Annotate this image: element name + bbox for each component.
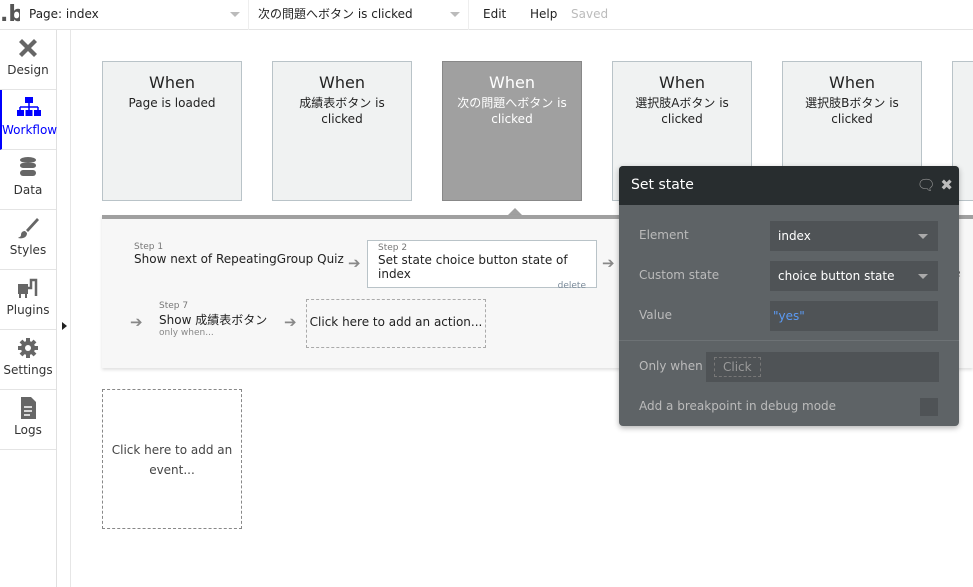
plug-icon (18, 278, 38, 298)
sidebar-item-plugins[interactable]: Plugins (0, 270, 56, 330)
comment-icon[interactable]: 🗨 (917, 176, 936, 194)
sidebar-item-label: Data (13, 183, 43, 197)
only-when-label: Only when (639, 359, 703, 373)
brush-icon (18, 218, 39, 239)
save-status: Saved (571, 7, 609, 21)
chevron-down-icon (450, 12, 460, 17)
event-card[interactable]: When Page is loaded (102, 61, 242, 201)
popup-title: Set state (631, 177, 694, 193)
arrow-right-icon: ➔ (602, 254, 615, 272)
page-selector[interactable]: Page: index (20, 0, 249, 30)
custom-state-value: choice button state (778, 269, 895, 283)
only-when-placeholder: Click (714, 357, 761, 377)
arrow-right-icon: ➔ (284, 313, 297, 331)
event-desc: 選択肢Aボタン is clicked (635, 96, 729, 126)
event-desc: 選択肢Bボタン is clicked (805, 96, 899, 126)
custom-state-label: Custom state (639, 268, 720, 282)
close-icon[interactable]: ✖ (940, 176, 953, 194)
value-label: Value (639, 308, 672, 322)
step-label: Step 7 (159, 301, 189, 311)
document-icon (21, 397, 36, 419)
expand-arrow-icon[interactable] (62, 322, 67, 330)
event-selector[interactable]: 次の問題へボタン is clicked (249, 0, 469, 30)
menu-edit[interactable]: Edit (483, 0, 506, 28)
bubble-logo[interactable]: .b (0, 2, 20, 27)
sidebar-item-styles[interactable]: Styles (0, 210, 56, 270)
value-input[interactable]: "yes" (770, 301, 938, 331)
sidebar-item-settings[interactable]: Settings (0, 330, 56, 390)
event-selector-label: 次の問題へボタン is clicked (258, 7, 413, 21)
page-selector-label: Page: index (29, 7, 99, 21)
arrow-right-icon: ➔ (130, 313, 143, 331)
sidebar: Design Workflow Data Styles Plugins Sett… (0, 30, 57, 587)
step-label: Step 1 (134, 242, 164, 252)
element-dropdown[interactable]: index (770, 221, 938, 251)
chevron-down-icon (918, 234, 928, 239)
step-condition: only when... (159, 328, 214, 338)
step-text: Show next of RepeatingGroup Quiz (134, 252, 344, 266)
event-when: When (659, 73, 705, 92)
chevron-down-icon (918, 274, 928, 279)
step-7[interactable]: Step 7 Show 成績表ボタン only when... (159, 301, 267, 338)
menu-help[interactable]: Help (530, 0, 557, 28)
collapse-rail[interactable] (57, 30, 71, 587)
step-text: Show 成績表ボタン (159, 313, 268, 327)
sidebar-item-label: Settings (3, 363, 53, 377)
chevron-down-icon (230, 12, 240, 17)
gear-icon (18, 338, 38, 358)
breakpoint-label: Add a breakpoint in debug mode (639, 399, 837, 413)
workflow-icon (17, 97, 41, 116)
database-icon (20, 157, 36, 176)
divider (619, 340, 959, 341)
sidebar-item-logs[interactable]: Logs (0, 390, 56, 450)
element-label: Element (639, 228, 689, 242)
element-value: index (778, 229, 811, 243)
sidebar-item-label: Logs (14, 423, 42, 437)
add-event-button[interactable]: Click here to add an event... (102, 389, 242, 529)
event-card-active[interactable]: When 次の問題へボタン is clicked (442, 61, 582, 201)
event-card[interactable]: When 成績表ボタン is clicked (272, 61, 412, 201)
event-when: When (149, 73, 195, 92)
arrow-right-icon: ➔ (348, 254, 361, 272)
add-action-button[interactable]: Click here to add an action... (306, 299, 486, 348)
event-desc: 成績表ボタン is clicked (299, 96, 385, 126)
design-icon (19, 39, 37, 57)
custom-state-dropdown[interactable]: choice button state (770, 261, 938, 291)
event-when: When (829, 73, 875, 92)
event-desc: Page is loaded (128, 96, 216, 110)
panel-caret (508, 208, 522, 215)
event-desc: 次の問題へボタン is clicked (457, 96, 567, 126)
breakpoint-checkbox[interactable] (920, 398, 938, 416)
step-text: Set state choice button state of index (378, 253, 568, 281)
sidebar-item-label: Styles (9, 243, 47, 257)
sidebar-item-data[interactable]: Data (0, 150, 56, 210)
event-when: When (319, 73, 365, 92)
top-bar: .b Page: index 次の問題へボタン is clicked Edit … (0, 0, 973, 30)
only-when-input[interactable]: Click (706, 352, 939, 382)
delete-step-link[interactable]: delete (378, 281, 586, 291)
sidebar-item-label: Design (7, 63, 49, 77)
popup-header: Set state 🗨 ✖ (619, 166, 959, 205)
sidebar-item-workflow[interactable]: Workflow (0, 90, 58, 150)
step-1[interactable]: Step 1 Show next of RepeatingGroup Quiz (134, 242, 344, 266)
event-when: When (489, 73, 535, 92)
sidebar-item-label: Workflow (2, 123, 58, 137)
sidebar-item-design[interactable]: Design (0, 30, 56, 90)
step-label: Step 2 (378, 243, 408, 253)
step-2[interactable]: Step 2 Set state choice button state of i… (367, 240, 597, 291)
sidebar-item-label: Plugins (6, 303, 50, 317)
set-state-popup: Set state 🗨 ✖ Element index Custom state … (619, 166, 959, 426)
